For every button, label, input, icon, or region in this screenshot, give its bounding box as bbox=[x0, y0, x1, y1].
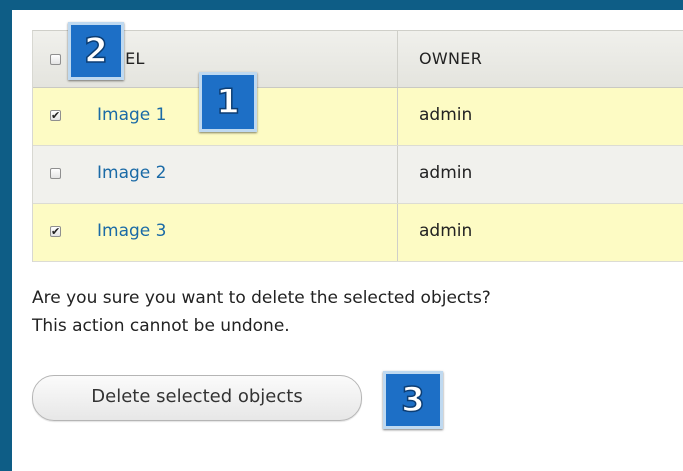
column-header-owner[interactable]: OWNER bbox=[419, 49, 482, 68]
callout-marker-3: 3 bbox=[383, 371, 443, 429]
row-checkbox[interactable] bbox=[50, 168, 61, 179]
column-divider bbox=[397, 88, 398, 145]
row-owner: admin bbox=[419, 221, 473, 241]
row-checkbox[interactable]: ✔ bbox=[50, 226, 61, 237]
callout-number-3: 3 bbox=[400, 379, 425, 421]
dialog-panel: LABEL OWNER ✔ Image 1 admin Image 2 admi… bbox=[12, 10, 683, 471]
table-header: LABEL OWNER bbox=[33, 31, 683, 88]
objects-table: LABEL OWNER ✔ Image 1 admin Image 2 admi… bbox=[32, 30, 683, 262]
column-divider bbox=[397, 31, 398, 87]
row-label-link[interactable]: Image 1 bbox=[97, 105, 166, 125]
select-all-checkbox[interactable] bbox=[50, 54, 61, 65]
callout-marker-1: 1 bbox=[199, 72, 257, 132]
table-row: ✔ Image 3 admin bbox=[33, 204, 683, 262]
delete-selected-button[interactable]: Delete selected objects bbox=[32, 375, 362, 421]
confirmation-line-1: Are you sure you want to delete the sele… bbox=[32, 288, 491, 308]
row-checkbox[interactable]: ✔ bbox=[50, 110, 61, 121]
column-divider bbox=[397, 146, 398, 203]
confirmation-message: Are you sure you want to delete the sele… bbox=[32, 284, 491, 340]
table-row: ✔ Image 1 admin bbox=[33, 88, 683, 146]
table-row: Image 2 admin bbox=[33, 146, 683, 204]
column-divider bbox=[397, 204, 398, 261]
row-owner: admin bbox=[419, 105, 473, 125]
row-label-link[interactable]: Image 2 bbox=[97, 163, 166, 183]
row-label-link[interactable]: Image 3 bbox=[97, 221, 166, 241]
row-owner: admin bbox=[419, 163, 473, 183]
callout-marker-2: 2 bbox=[68, 22, 124, 80]
confirmation-line-2: This action cannot be undone. bbox=[32, 316, 290, 336]
callout-number-1: 1 bbox=[215, 81, 240, 123]
callout-number-2: 2 bbox=[83, 30, 108, 72]
